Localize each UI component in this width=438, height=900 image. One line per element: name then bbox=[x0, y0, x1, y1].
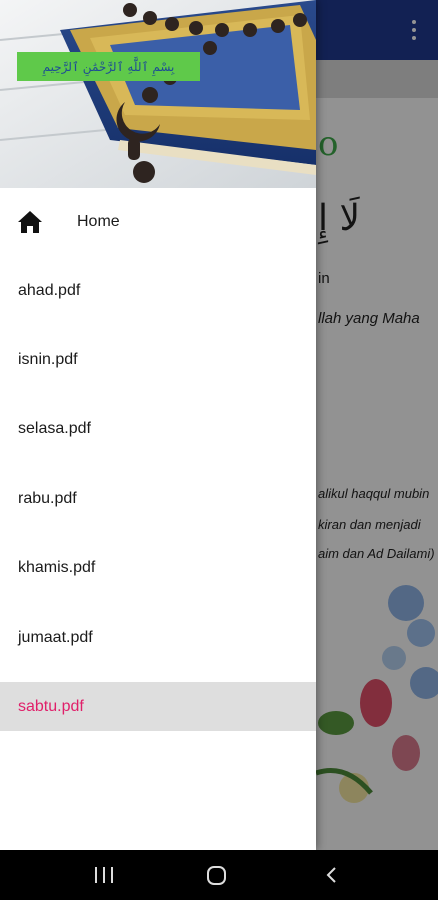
bismillah-caption: بِسْمِ ٱللَّٰهِ ٱلرَّحْمَٰنِ ٱلرَّحِيمِ bbox=[17, 52, 200, 81]
nav-item-label: selasa.pdf bbox=[18, 420, 91, 438]
nav-item-label: ahad.pdf bbox=[18, 281, 81, 299]
nav-item-rabu[interactable]: rabu.pdf bbox=[0, 464, 316, 533]
system-navigation-bar bbox=[0, 850, 438, 900]
recents-icon[interactable] bbox=[95, 867, 113, 883]
nav-item-jumaat[interactable]: jumaat.pdf bbox=[0, 603, 316, 672]
nav-item-label: Home bbox=[77, 213, 120, 230]
quran-prayer-beads-image bbox=[0, 0, 316, 188]
nav-item-label: jumaat.pdf bbox=[18, 628, 93, 646]
nav-item-label: khamis.pdf bbox=[18, 559, 96, 577]
nav-item-isnin[interactable]: isnin.pdf bbox=[0, 325, 316, 394]
nav-item-ahad[interactable]: ahad.pdf bbox=[0, 256, 316, 325]
navigation-drawer: بِسْمِ ٱللَّٰهِ ٱلرَّحْمَٰنِ ٱلرَّحِيمِ … bbox=[0, 0, 316, 850]
nav-item-label: isnin.pdf bbox=[18, 351, 78, 369]
nav-item-label: rabu.pdf bbox=[18, 489, 77, 507]
nav-item-selasa[interactable]: selasa.pdf bbox=[0, 395, 316, 464]
system-home-icon[interactable] bbox=[207, 866, 226, 885]
drawer-header-image: بِسْمِ ٱللَّٰهِ ٱلرَّحْمَٰنِ ٱلرَّحِيمِ bbox=[0, 0, 316, 188]
nav-item-home[interactable]: Home bbox=[0, 188, 316, 256]
back-icon[interactable] bbox=[322, 865, 342, 885]
nav-item-khamis[interactable]: khamis.pdf bbox=[0, 534, 316, 603]
home-icon bbox=[18, 211, 42, 233]
nav-item-sabtu[interactable]: sabtu.pdf bbox=[0, 682, 316, 732]
nav-item-label: sabtu.pdf bbox=[18, 697, 84, 715]
